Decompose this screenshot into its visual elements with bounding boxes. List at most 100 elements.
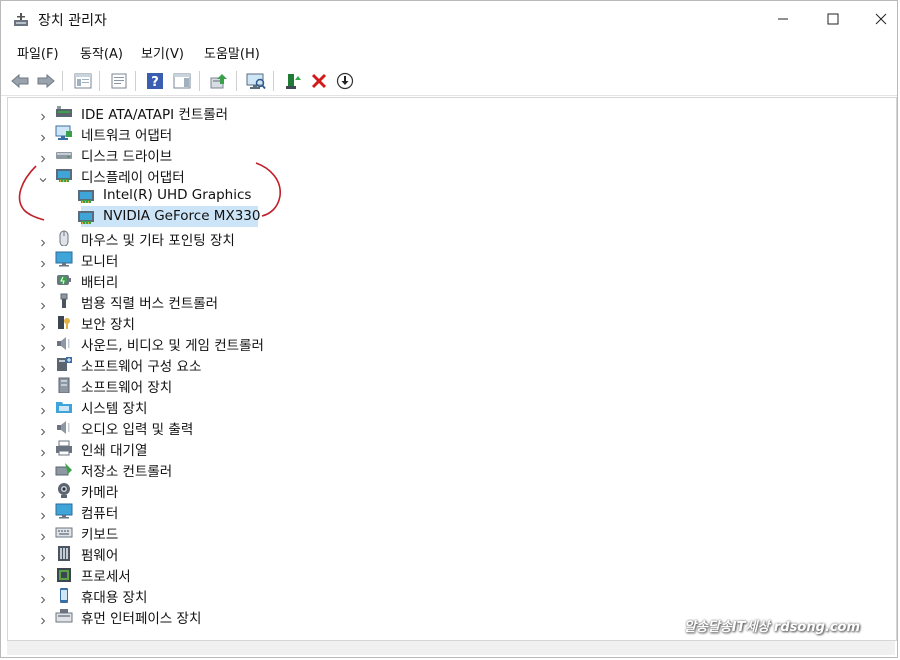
chevron-right-icon[interactable] [38,422,48,436]
forward-button[interactable] [35,70,57,92]
chevron-right-icon[interactable] [38,380,48,394]
properties-button[interactable] [108,70,130,92]
disable-device-button[interactable] [334,70,356,92]
portable-device-icon [55,587,73,603]
display-adapter-icon [77,188,95,204]
toolbar: ? [1,67,897,96]
chevron-right-icon[interactable] [38,611,48,625]
hid-icon [55,608,73,624]
update-driver-button[interactable] [208,70,230,92]
chevron-right-icon[interactable] [38,296,48,310]
tree-category-row[interactable]: 보안 장치 [8,312,888,333]
chevron-right-icon[interactable] [38,107,48,121]
tree-category-row[interactable]: 오디오 입력 및 출력 [8,417,888,438]
uninstall-device-button[interactable] [308,70,330,92]
action-pane-icon [173,73,191,89]
tree-category-row[interactable]: 사운드, 비디오 및 게임 컨트롤러 [8,333,888,354]
chevron-right-icon[interactable] [38,548,48,562]
title-bar[interactable]: 장치 관리자 [1,1,897,37]
tree-category-row[interactable]: 카메라 [8,480,888,501]
chevron-right-icon[interactable] [38,464,48,478]
chevron-right-icon[interactable] [38,590,48,604]
chevron-right-icon[interactable] [38,149,48,163]
close-button[interactable] [857,1,897,37]
maximize-button[interactable] [809,1,857,37]
tree-category-row[interactable]: 모니터 [8,249,888,270]
printer-icon [55,440,73,456]
tree-category-row[interactable]: 디스플레이 어댑터 [8,165,888,186]
chevron-right-icon[interactable] [38,506,48,520]
tree-category-row[interactable]: 펌웨어 [8,543,888,564]
enable-device-button[interactable] [282,70,304,92]
tree-device-row[interactable]: Intel(R) UHD Graphics [8,186,888,206]
toolbar-separator [99,71,100,91]
window-title: 장치 관리자 [38,13,107,29]
menu-view[interactable]: 보기(V) [141,43,184,62]
maximize-icon [827,13,839,25]
tree-category-row[interactable]: 범용 직렬 버스 컨트롤러 [8,291,888,312]
chevron-right-icon[interactable] [38,317,48,331]
tree-item-label: 휴먼 인터페이스 장치 [81,611,202,627]
camera-icon [55,482,73,498]
chevron-right-icon[interactable] [38,485,48,499]
menu-file[interactable]: 파일(F) [17,43,59,62]
display-adapter-icon [77,209,95,225]
computer-icon [55,503,73,519]
minimize-icon [778,18,788,20]
chevron-right-icon[interactable] [38,254,48,268]
tree-category-row[interactable]: 프로세서 [8,564,888,585]
tree-item-label: 디스크 드라이브 [81,149,173,165]
chevron-right-icon[interactable] [38,128,48,142]
toolbar-separator [236,71,237,91]
chevron-right-icon[interactable] [38,338,48,352]
chevron-right-icon[interactable] [38,443,48,457]
minimize-button[interactable] [759,1,807,37]
svg-text:?: ? [151,75,159,90]
network-adapter-icon [55,125,73,141]
tree-category-row[interactable]: 배터리 [8,270,888,291]
device-tree[interactable]: IDE ATA/ATAPI 컨트롤러 네트워크 어댑터디스크 드라이브 디스플레이 … [7,97,897,641]
watermark: 알송달송IT세상 rdsong.com [683,620,860,635]
tree-category-row[interactable]: 저장소 컨트롤러 [8,459,888,480]
show-hide-console-tree-button[interactable] [72,70,94,92]
tree-category-row[interactable]: 소프트웨어 장치 [8,375,888,396]
tree-category-row[interactable]: 인쇄 대기열 [8,438,888,459]
tree-category-row[interactable]: 휴대용 장치 [8,585,888,606]
tree-category-row[interactable]: IDE ATA/ATAPI 컨트롤러 [8,102,888,123]
toolbar-separator [199,71,200,91]
update-driver-icon [210,74,227,89]
toolbar-separator [273,71,274,91]
software-device-icon [55,377,73,394]
tree-category-row[interactable]: 컴퓨터 [8,501,888,522]
tree-item-label: 소프트웨어 장치 [81,380,173,396]
tree-category-row[interactable]: 네트워크 어댑터 [8,123,888,144]
tree-category-row[interactable]: 소프트웨어 구성 요소 [8,354,888,375]
tree-category-row[interactable]: 디스크 드라이브 [8,144,888,165]
chevron-right-icon[interactable] [38,275,48,289]
action-pane-button[interactable] [171,70,193,92]
chevron-right-icon[interactable] [38,401,48,415]
speaker-icon [55,419,73,435]
scan-hardware-button[interactable] [245,70,267,92]
tree-item-label: 마우스 및 기타 포인팅 장치 [81,233,235,249]
chevron-right-icon[interactable] [38,527,48,541]
tree-category-row[interactable]: 시스템 장치 [8,396,888,417]
scan-hardware-monitor-icon [246,73,266,90]
chevron-right-icon[interactable] [38,359,48,373]
tree-item-label: 인쇄 대기열 [81,443,148,459]
tree-category-row[interactable]: 마우스 및 기타 포인팅 장치 [8,228,888,249]
monitor-icon [55,251,73,267]
chevron-right-icon[interactable] [38,233,48,247]
menu-action[interactable]: 동작(A) [80,43,123,62]
chevron-down-icon[interactable] [38,170,48,183]
menu-help[interactable]: 도움말(H) [204,43,260,62]
chevron-right-icon[interactable] [38,569,48,583]
security-device-icon [55,314,73,330]
tree-item-label: 시스템 장치 [81,401,148,417]
download-circle-icon [336,72,354,90]
toolbar-separator [62,71,63,91]
tree-category-row[interactable]: 키보드 [8,522,888,543]
help-button[interactable]: ? [144,70,166,92]
back-button[interactable] [9,70,31,92]
tree-device-row-selected[interactable]: NVIDIA GeForce MX330 [8,207,888,227]
